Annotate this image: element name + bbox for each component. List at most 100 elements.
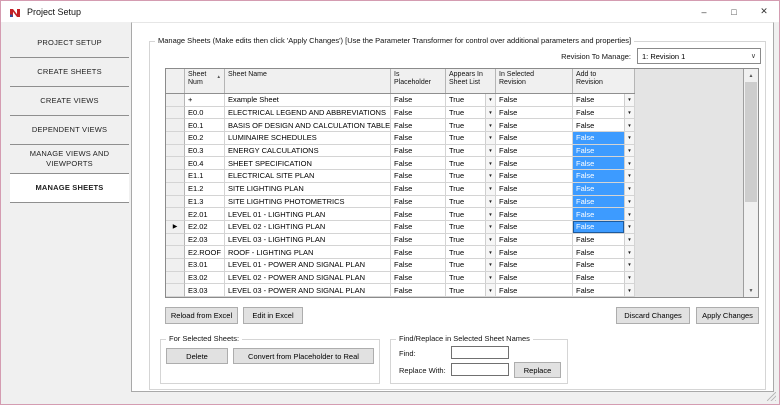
dropdown-arrow-icon[interactable]: ▼ bbox=[624, 145, 634, 157]
delete-button[interactable]: Delete bbox=[166, 348, 228, 364]
sidebar-item-dependent-views[interactable]: DEPENDENT VIEWS bbox=[10, 116, 129, 145]
cell-sheet-name[interactable]: LEVEL 03 - POWER AND SIGNAL PLAN bbox=[225, 284, 391, 297]
cell-sheet-num[interactable]: E0.1 bbox=[185, 119, 225, 132]
cell-sheet-name[interactable]: LEVEL 02 - LIGHTING PLAN bbox=[225, 221, 391, 234]
cell-add-to-revision[interactable]: False▼ bbox=[573, 183, 635, 196]
row-selector-cell[interactable] bbox=[166, 145, 185, 158]
cell-in-selected-revision[interactable]: False bbox=[496, 107, 573, 120]
dropdown-arrow-icon[interactable]: ▼ bbox=[485, 221, 495, 233]
row-selector-cell[interactable] bbox=[166, 170, 185, 183]
cell-in-selected-revision[interactable]: False bbox=[496, 94, 573, 107]
cell-is-placeholder[interactable]: False bbox=[391, 221, 446, 234]
cell-sheet-name[interactable]: LEVEL 02 - POWER AND SIGNAL PLAN bbox=[225, 272, 391, 285]
cell-sheet-num[interactable]: E3.03 bbox=[185, 284, 225, 297]
cell-in-selected-revision[interactable]: False bbox=[496, 157, 573, 170]
cell-add-to-revision[interactable]: False▼ bbox=[573, 246, 635, 259]
cell-appears-in-sheet-list[interactable]: True▼ bbox=[446, 183, 496, 196]
cell-is-placeholder[interactable]: False bbox=[391, 132, 446, 145]
cell-is-placeholder[interactable]: False bbox=[391, 234, 446, 247]
cell-appears-in-sheet-list[interactable]: True▼ bbox=[446, 196, 496, 209]
sidebar-item-create-views[interactable]: CREATE VIEWS bbox=[10, 87, 129, 116]
dropdown-arrow-icon[interactable]: ▼ bbox=[624, 157, 634, 169]
cell-in-selected-revision[interactable]: False bbox=[496, 284, 573, 297]
scroll-down-icon[interactable]: ▼ bbox=[744, 284, 758, 297]
dropdown-arrow-icon[interactable]: ▼ bbox=[624, 132, 634, 144]
dropdown-arrow-icon[interactable]: ▼ bbox=[485, 208, 495, 220]
column-header-is-placeholder[interactable]: Is Placeholder bbox=[391, 69, 446, 93]
dropdown-arrow-icon[interactable]: ▼ bbox=[485, 234, 495, 246]
cell-is-placeholder[interactable]: False bbox=[391, 145, 446, 158]
grid-vertical-scrollbar[interactable]: ▲ ▼ bbox=[743, 69, 758, 297]
dropdown-arrow-icon[interactable]: ▼ bbox=[624, 234, 634, 246]
cell-sheet-name[interactable]: ELECTRICAL SITE PLAN bbox=[225, 170, 391, 183]
cell-in-selected-revision[interactable]: False bbox=[496, 145, 573, 158]
cell-sheet-name[interactable]: SHEET SPECIFICATION bbox=[225, 157, 391, 170]
revision-to-manage-dropdown[interactable]: 1: Revision 1 ∨ bbox=[637, 48, 761, 64]
cell-add-to-revision[interactable]: False▼ bbox=[573, 208, 635, 221]
replace-button[interactable]: Replace bbox=[514, 362, 561, 378]
apply-changes-button[interactable]: Apply Changes bbox=[696, 307, 759, 324]
cell-is-placeholder[interactable]: False bbox=[391, 196, 446, 209]
cell-sheet-name[interactable]: ENERGY CALCULATIONS bbox=[225, 145, 391, 158]
find-input[interactable] bbox=[451, 346, 509, 359]
sidebar-item-manage-views-and-viewports[interactable]: MANAGE VIEWS AND VIEWPORTS bbox=[10, 145, 129, 174]
cell-sheet-num[interactable]: E0.4 bbox=[185, 157, 225, 170]
dropdown-arrow-icon[interactable]: ▼ bbox=[624, 272, 634, 284]
sidebar-item-project-setup[interactable]: PROJECT SETUP bbox=[10, 29, 129, 58]
dropdown-arrow-icon[interactable]: ▼ bbox=[485, 132, 495, 144]
cell-sheet-num[interactable]: E2.03 bbox=[185, 234, 225, 247]
cell-appears-in-sheet-list[interactable]: True▼ bbox=[446, 170, 496, 183]
cell-sheet-name[interactable]: BASIS OF DESIGN AND CALCULATION TABLES bbox=[225, 119, 391, 132]
dropdown-arrow-icon[interactable]: ▼ bbox=[485, 284, 495, 296]
close-button[interactable]: ✕ bbox=[749, 1, 779, 22]
dropdown-arrow-icon[interactable]: ▼ bbox=[624, 221, 634, 233]
sidebar-item-manage-sheets[interactable]: MANAGE SHEETS bbox=[10, 174, 129, 203]
column-header-sheet-name[interactable]: Sheet Name bbox=[225, 69, 391, 93]
dropdown-arrow-icon[interactable]: ▼ bbox=[624, 119, 634, 131]
cell-in-selected-revision[interactable]: False bbox=[496, 221, 573, 234]
column-header-in-selected-revision[interactable]: In Selected Revision bbox=[496, 69, 573, 93]
cell-in-selected-revision[interactable]: False bbox=[496, 196, 573, 209]
cell-appears-in-sheet-list[interactable]: True▼ bbox=[446, 107, 496, 120]
dropdown-arrow-icon[interactable]: ▼ bbox=[624, 259, 634, 271]
cell-sheet-num[interactable]: E0.0 bbox=[185, 107, 225, 120]
cell-add-to-revision[interactable]: False▼ bbox=[573, 94, 635, 107]
dropdown-arrow-icon[interactable]: ▼ bbox=[624, 208, 634, 220]
row-selector-cell[interactable]: ▶ bbox=[166, 221, 185, 234]
cell-is-placeholder[interactable]: False bbox=[391, 157, 446, 170]
dropdown-arrow-icon[interactable]: ▼ bbox=[485, 107, 495, 119]
cell-is-placeholder[interactable]: False bbox=[391, 119, 446, 132]
cell-is-placeholder[interactable]: False bbox=[391, 183, 446, 196]
cell-is-placeholder[interactable]: False bbox=[391, 94, 446, 107]
dropdown-arrow-icon[interactable]: ▼ bbox=[624, 284, 634, 296]
cell-sheet-num[interactable]: E3.01 bbox=[185, 259, 225, 272]
cell-appears-in-sheet-list[interactable]: True▼ bbox=[446, 234, 496, 247]
cell-add-to-revision[interactable]: False▼ bbox=[573, 272, 635, 285]
cell-sheet-num[interactable]: E0.2 bbox=[185, 132, 225, 145]
column-header-appears-in-sheet-list[interactable]: Appears In Sheet List bbox=[446, 69, 496, 93]
scrollbar-thumb[interactable] bbox=[745, 82, 757, 202]
cell-sheet-num[interactable]: E2.ROOF bbox=[185, 246, 225, 259]
cell-sheet-num[interactable]: E3.02 bbox=[185, 272, 225, 285]
row-selector-cell[interactable] bbox=[166, 107, 185, 120]
edit-in-excel-button[interactable]: Edit in Excel bbox=[243, 307, 303, 324]
cell-sheet-name[interactable]: LEVEL 01 - POWER AND SIGNAL PLAN bbox=[225, 259, 391, 272]
cell-in-selected-revision[interactable]: False bbox=[496, 234, 573, 247]
cell-add-to-revision[interactable]: False▼ bbox=[573, 196, 635, 209]
cell-sheet-name[interactable]: LEVEL 01 - LIGHTING PLAN bbox=[225, 208, 391, 221]
cell-appears-in-sheet-list[interactable]: True▼ bbox=[446, 119, 496, 132]
maximize-button[interactable]: □ bbox=[719, 1, 749, 22]
cell-sheet-num[interactable]: E2.01 bbox=[185, 208, 225, 221]
scrollbar-track[interactable] bbox=[744, 82, 758, 284]
cell-appears-in-sheet-list[interactable]: True▼ bbox=[446, 221, 496, 234]
cell-is-placeholder[interactable]: False bbox=[391, 107, 446, 120]
convert-placeholder-button[interactable]: Convert from Placeholder to Real bbox=[233, 348, 374, 364]
cell-sheet-num[interactable]: + bbox=[185, 94, 225, 107]
column-header-add-to-revision[interactable]: Add to Revision bbox=[573, 69, 635, 93]
resize-grip[interactable] bbox=[767, 392, 776, 401]
cell-appears-in-sheet-list[interactable]: True▼ bbox=[446, 145, 496, 158]
dropdown-arrow-icon[interactable]: ▼ bbox=[624, 183, 634, 195]
row-selector-cell[interactable] bbox=[166, 132, 185, 145]
cell-appears-in-sheet-list[interactable]: True▼ bbox=[446, 272, 496, 285]
cell-is-placeholder[interactable]: False bbox=[391, 170, 446, 183]
